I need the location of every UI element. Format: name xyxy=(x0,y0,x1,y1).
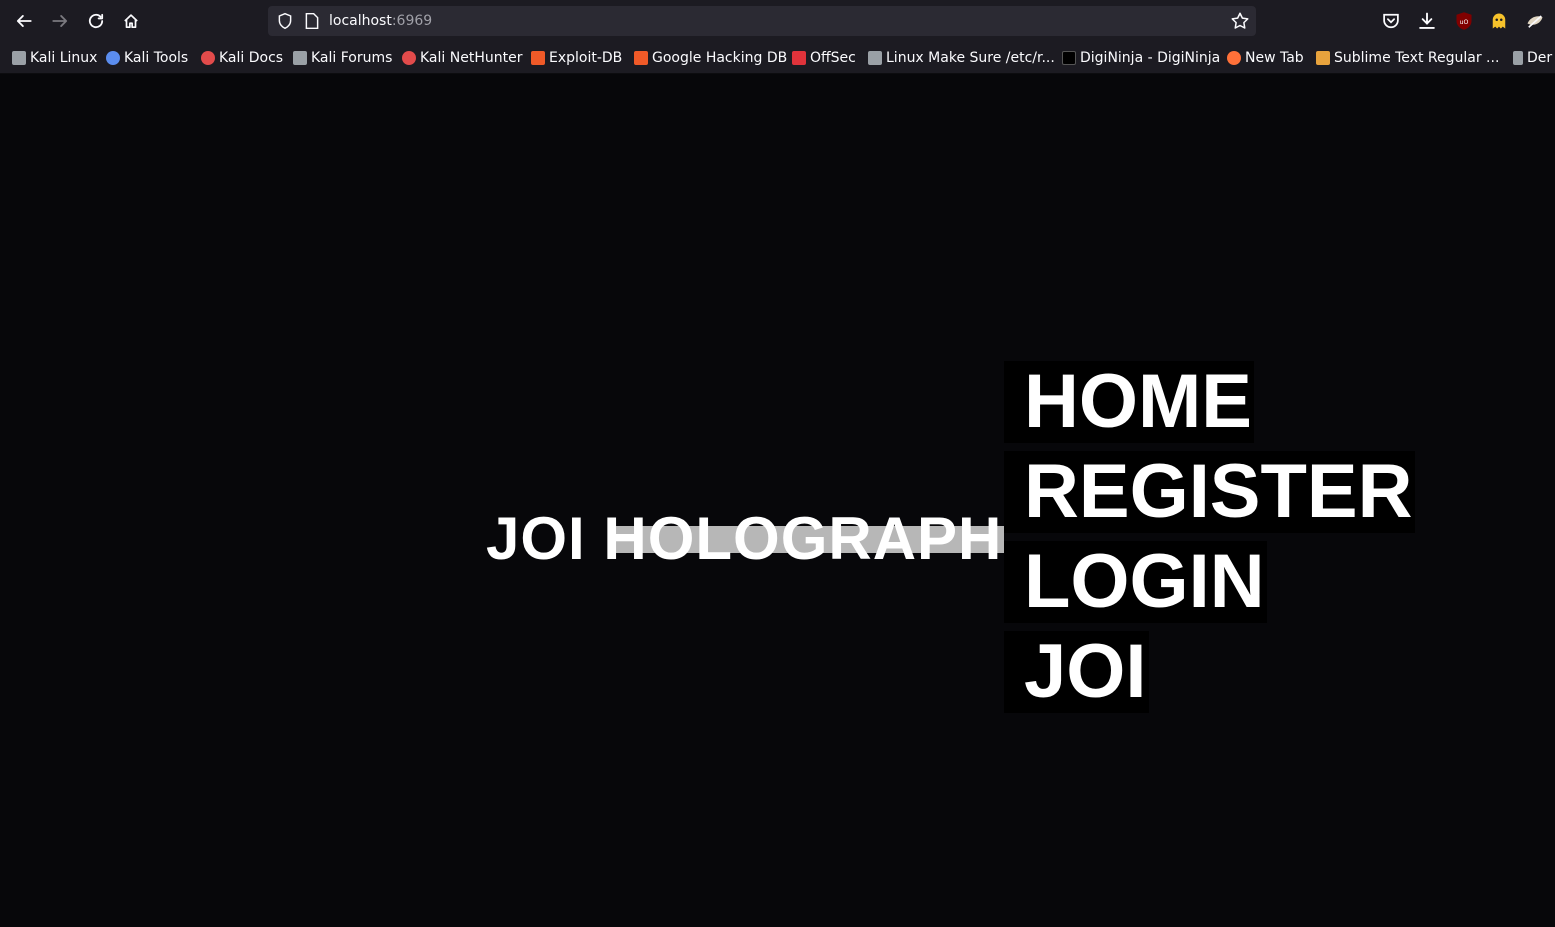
home-icon xyxy=(124,14,138,29)
address-bar[interactable]: localhost:6969 xyxy=(268,6,1256,36)
bookmark-label: New Tab xyxy=(1245,50,1304,66)
brand-title: JOI HOLOGRAPH xyxy=(486,505,1003,572)
url-text[interactable]: localhost:6969 xyxy=(329,12,432,30)
bookmark-der[interactable]: Der xyxy=(1513,48,1552,68)
bookmark-exploit-db[interactable]: Exploit-DB xyxy=(531,48,622,68)
bookmark-kali-linux[interactable]: Kali Linux xyxy=(12,48,97,68)
reload-icon xyxy=(88,13,104,29)
ublock-origin-icon[interactable]: uO xyxy=(1453,10,1475,32)
der-icon xyxy=(1513,51,1523,65)
bookmark-digininja[interactable]: DigiNinja - DigiNinja xyxy=(1062,48,1220,68)
kali-docs-icon xyxy=(201,51,215,65)
nav-joi[interactable]: JOI xyxy=(1004,631,1149,713)
kali-tools-icon xyxy=(106,51,120,65)
offsec-icon xyxy=(792,51,806,65)
bookmark-label: Kali Tools xyxy=(124,50,189,66)
page-icon xyxy=(305,12,319,30)
linux-icon xyxy=(868,51,882,65)
bookmark-label: Kali NetHunter xyxy=(420,50,523,66)
svg-text:uO: uO xyxy=(1460,19,1469,26)
nav-login[interactable]: LOGIN xyxy=(1004,541,1267,623)
kali-dragon-icon xyxy=(12,51,26,65)
bookmark-label: DigiNinja - DigiNinja xyxy=(1080,50,1221,66)
bookmark-kali-nethunter[interactable]: Kali NetHunter xyxy=(402,48,522,68)
url-host: localhost xyxy=(329,13,392,29)
browser-toolbar: localhost:6969 uO xyxy=(0,0,1555,42)
arrow-right-icon xyxy=(52,15,68,27)
bookmark-label: Kali Docs xyxy=(219,50,284,66)
bookmarks-bar: Kali Linux Kali Tools Kali Docs Kali For… xyxy=(0,42,1555,74)
nethunter-icon xyxy=(402,51,416,65)
regex-icon xyxy=(1316,51,1330,65)
shield-icon[interactable] xyxy=(276,12,294,30)
bookmark-sublime-regex[interactable]: Sublime Text Regular ... xyxy=(1316,48,1499,68)
home-button[interactable] xyxy=(117,7,145,35)
bookmark-label: Google Hacking DB xyxy=(652,50,788,66)
bookmark-new-tab[interactable]: New Tab xyxy=(1227,48,1304,68)
ghdb-icon xyxy=(634,51,648,65)
page-content: JOI HOLOGRAPH HOME REGISTER LOGIN JOI xyxy=(0,74,1555,927)
bookmark-google-hacking-db[interactable]: Google Hacking DB xyxy=(634,48,787,68)
bookmark-offsec[interactable]: OffSec xyxy=(792,48,856,68)
bookmark-label: Der xyxy=(1527,50,1553,66)
bookmark-linux-make-sure[interactable]: Linux Make Sure /etc/r... xyxy=(868,48,1055,68)
reload-button[interactable] xyxy=(82,7,110,35)
digininja-icon xyxy=(1062,51,1076,65)
bookmark-kali-tools[interactable]: Kali Tools xyxy=(106,48,188,68)
nav-register[interactable]: REGISTER xyxy=(1004,451,1415,533)
bookmark-label: Sublime Text Regular ... xyxy=(1334,50,1500,66)
exploit-db-icon xyxy=(531,51,545,65)
url-port: :6969 xyxy=(391,13,433,29)
cookie-extension-icon[interactable] xyxy=(1524,10,1546,32)
ghostery-icon[interactable] xyxy=(1488,10,1510,32)
bookmark-kali-docs[interactable]: Kali Docs xyxy=(201,48,283,68)
bookmark-label: Kali Linux xyxy=(30,50,98,66)
pocket-icon[interactable] xyxy=(1380,10,1402,32)
back-button[interactable] xyxy=(10,7,38,35)
arrow-left-icon xyxy=(16,15,32,27)
kali-forums-icon xyxy=(293,51,307,65)
nav-home[interactable]: HOME xyxy=(1004,361,1254,443)
firefox-icon xyxy=(1227,51,1241,65)
bookmark-star-icon[interactable] xyxy=(1230,11,1250,31)
bookmark-label: Linux Make Sure /etc/r... xyxy=(886,50,1055,66)
downloads-icon[interactable] xyxy=(1416,10,1438,32)
bookmark-label: Exploit-DB xyxy=(549,50,623,66)
forward-button[interactable] xyxy=(46,7,74,35)
bookmark-label: OffSec xyxy=(810,50,856,66)
bookmark-label: Kali Forums xyxy=(311,50,393,66)
bookmark-kali-forums[interactable]: Kali Forums xyxy=(293,48,392,68)
